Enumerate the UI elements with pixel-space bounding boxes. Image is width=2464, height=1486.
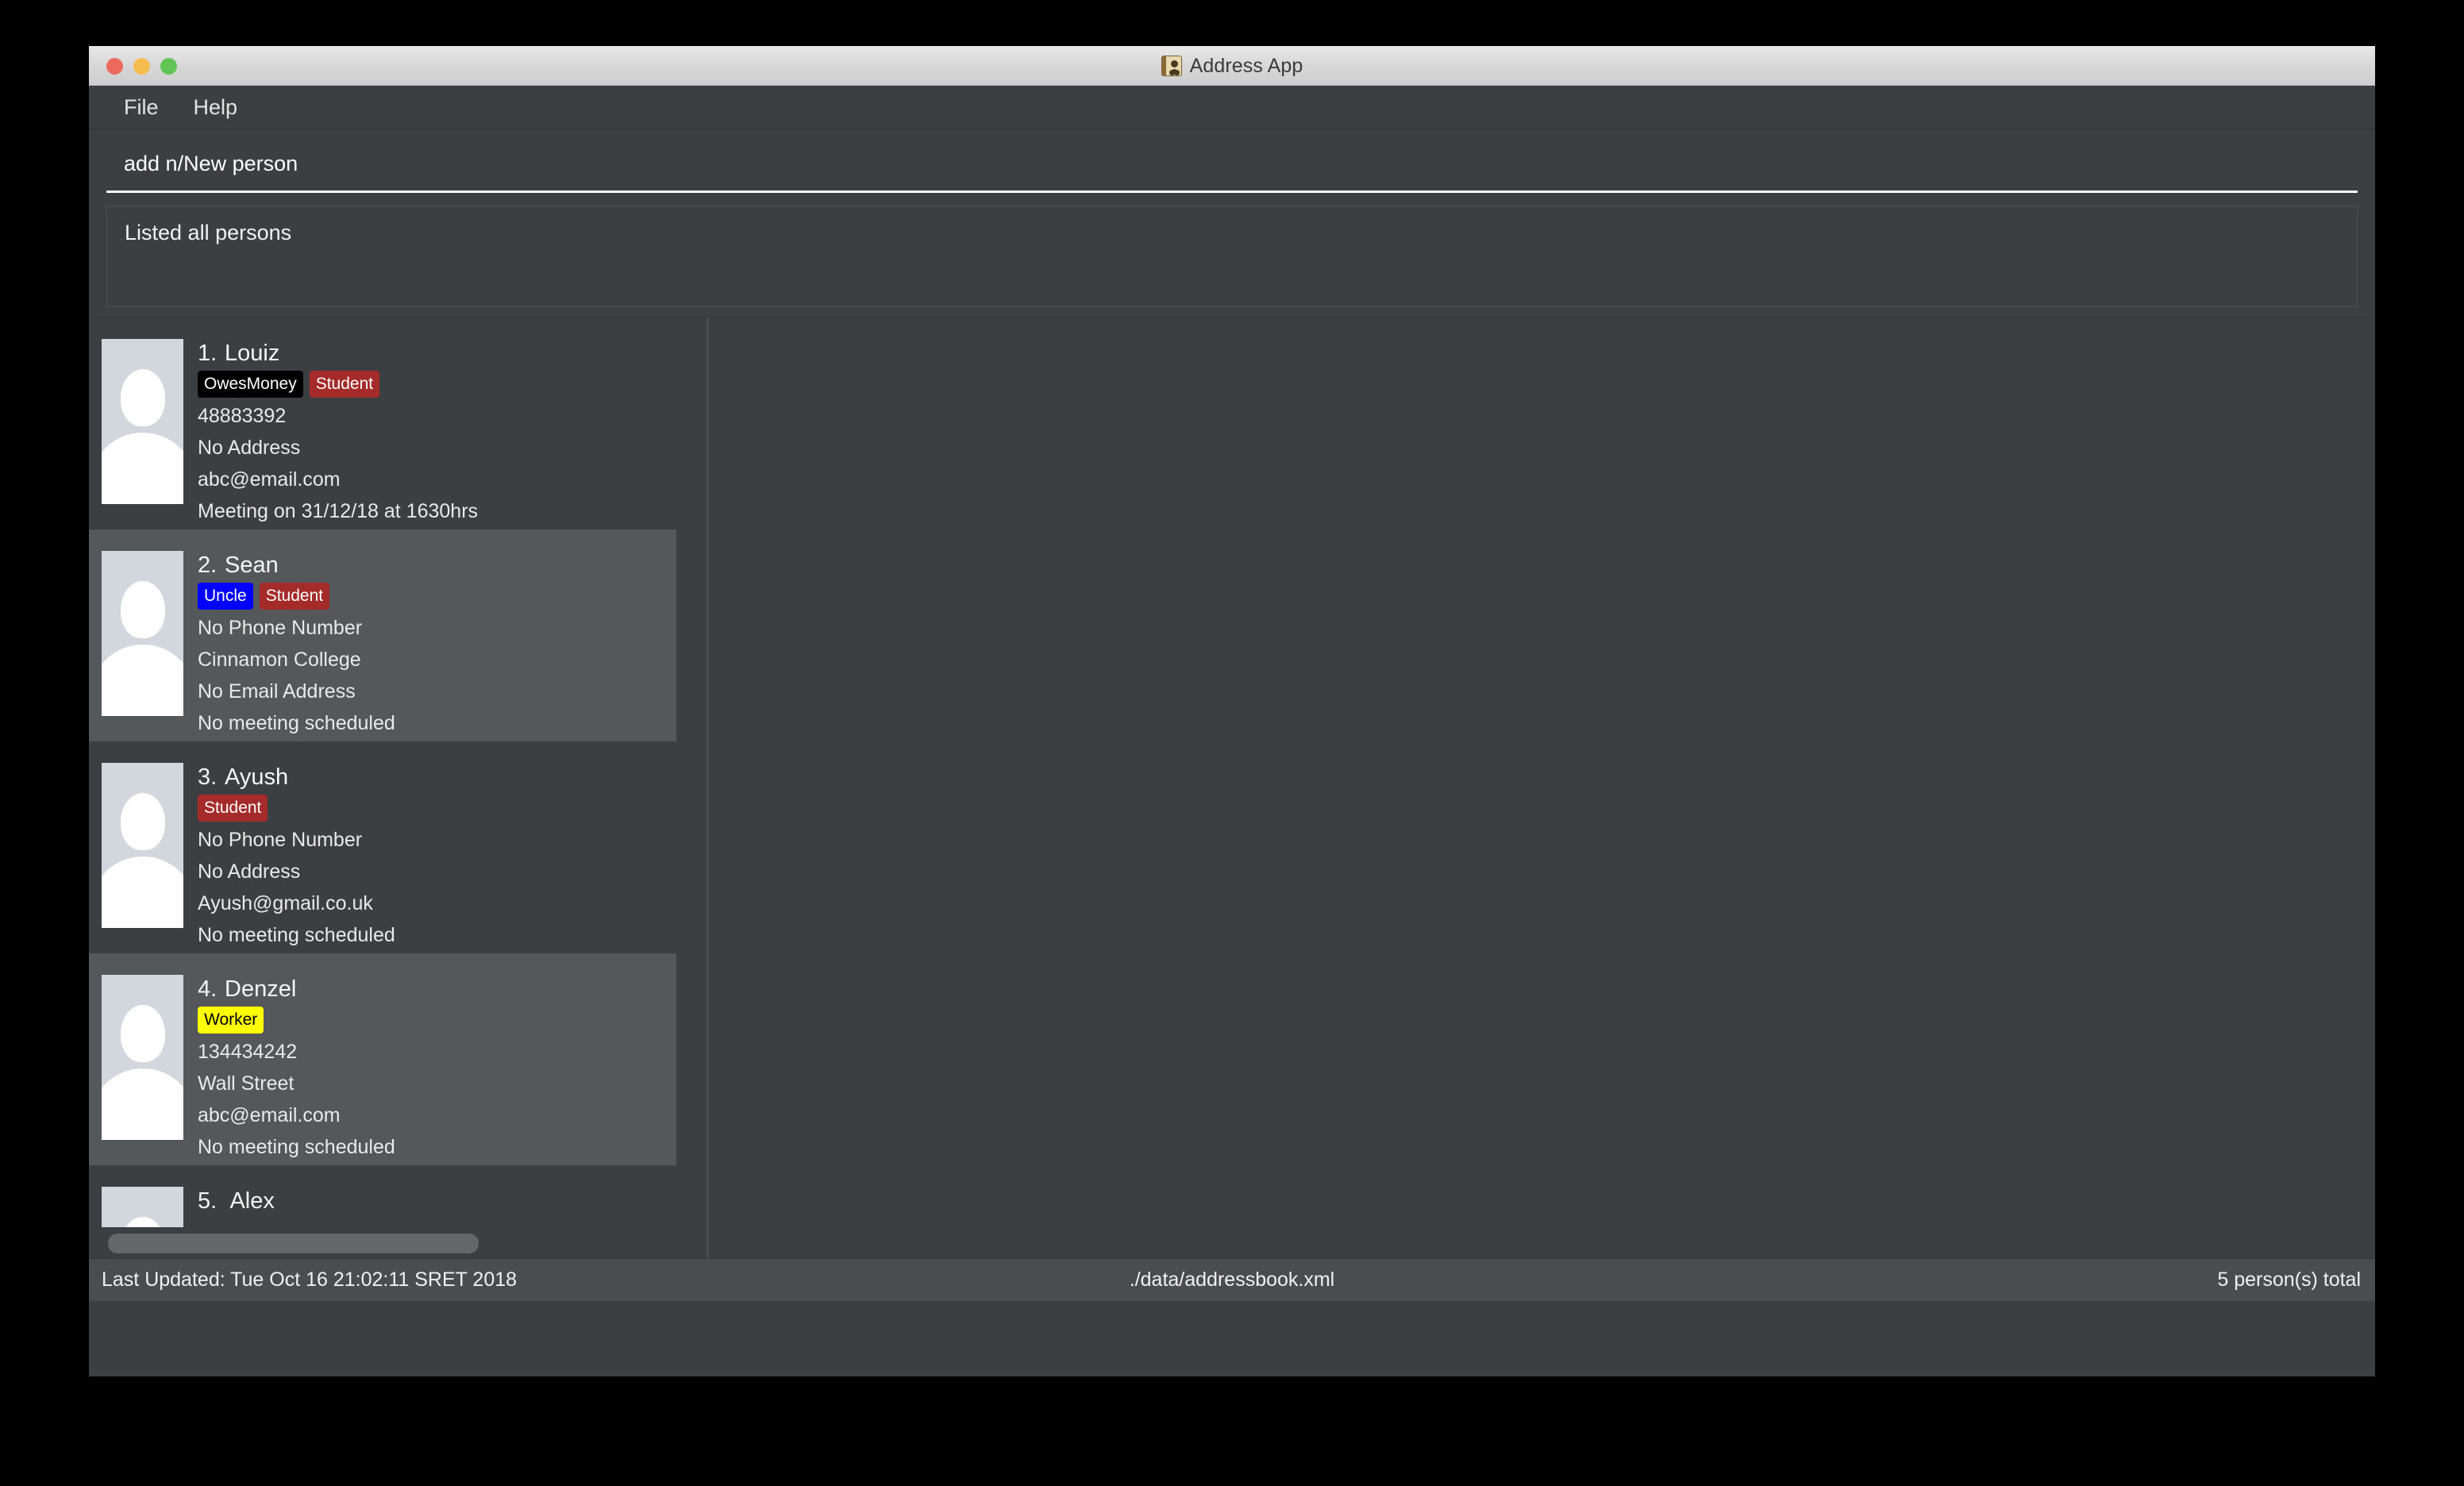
close-window-button[interactable] xyxy=(106,57,123,75)
person-email: No Email Address xyxy=(198,680,356,703)
person-index: 4. xyxy=(198,976,218,1002)
menu-item-file[interactable]: File xyxy=(110,90,173,125)
menu-item-help[interactable]: Help xyxy=(179,90,252,125)
person-address: No Address xyxy=(198,860,301,883)
tag-row: OwesMoney Student xyxy=(198,370,478,398)
person-info: 3. Ayush Student No Phone Number No Address A… xyxy=(198,759,395,951)
person-name: 2. Sean xyxy=(198,549,395,581)
person-email: abc@email.com xyxy=(198,1104,341,1126)
person-name-text: Sean xyxy=(225,552,279,578)
person-address: No Address xyxy=(198,437,301,459)
status-person-total: 5 person(s) total xyxy=(2217,1268,2361,1291)
result-text: Listed all persons xyxy=(125,221,292,244)
person-name-text: Ayush xyxy=(225,764,289,790)
person-email: abc@email.com xyxy=(198,468,341,491)
person-index: 3. xyxy=(198,764,218,790)
tag-badge: Worker xyxy=(198,1006,264,1034)
person-info: 5. Alex xyxy=(198,1183,275,1219)
tag-badge: Student xyxy=(259,582,330,610)
person-name: 3. Ayush xyxy=(198,761,395,793)
person-name-text: Denzel xyxy=(225,976,297,1002)
person-phone: 134434242 xyxy=(198,1041,298,1063)
person-list-panel: 1. Louiz OwesMoney Student 48883392 No Addres… xyxy=(89,318,706,1258)
list-item[interactable]: 2. Sean Uncle Student No Phone Number Cinnamo… xyxy=(89,529,676,741)
person-email: Ayush@gmail.co.uk xyxy=(198,892,373,914)
address-book-icon xyxy=(1161,56,1182,76)
list-item[interactable]: 1. Louiz OwesMoney Student 48883392 No Addres… xyxy=(89,318,676,529)
person-info: 2. Sean Uncle Student No Phone Number Cinnamo… xyxy=(198,547,395,739)
tag-badge: Student xyxy=(309,370,380,398)
list-item[interactable]: 3. Ayush Student No Phone Number No Address A… xyxy=(89,741,676,953)
tag-badge: OwesMoney xyxy=(198,370,303,398)
person-meeting: No meeting scheduled xyxy=(198,712,395,734)
person-meeting: No meeting scheduled xyxy=(198,924,395,946)
avatar xyxy=(102,339,183,504)
result-display-box: Listed all persons xyxy=(106,206,2358,307)
list-item[interactable]: 5. Alex xyxy=(89,1165,676,1227)
avatar xyxy=(102,763,183,928)
maximize-window-button[interactable] xyxy=(160,57,177,75)
tag-badge: Uncle xyxy=(198,582,253,610)
person-address: Wall Street xyxy=(198,1072,295,1095)
status-file-path: ./data/addressbook.xml xyxy=(1129,1268,1335,1291)
status-bar: Last Updated: Tue Oct 16 21:02:11 SRET 2… xyxy=(89,1258,2375,1301)
app-window: Address App File Help Listed all persons… xyxy=(89,46,2375,1376)
split-pane: 1. Louiz OwesMoney Student 48883392 No Addres… xyxy=(89,317,2375,1258)
tag-row: Student xyxy=(198,794,395,822)
person-name-text: Louiz xyxy=(225,341,280,366)
person-phone: 48883392 xyxy=(198,405,287,427)
status-last-updated: Last Updated: Tue Oct 16 21:02:11 SRET 2… xyxy=(102,1268,518,1291)
title-bar: Address App xyxy=(89,46,2375,86)
minimize-window-button[interactable] xyxy=(133,57,150,75)
horizontal-scrollbar-thumb[interactable] xyxy=(108,1234,479,1253)
person-list-horizontal-scrollbar[interactable] xyxy=(89,1227,706,1258)
person-index: 1. xyxy=(198,341,218,366)
person-list[interactable]: 1. Louiz OwesMoney Student 48883392 No Addres… xyxy=(89,318,676,1227)
avatar xyxy=(102,551,183,716)
person-info: 4. Denzel Worker 134434242 Wall Street abc@em… xyxy=(198,971,395,1163)
window-title: Address App xyxy=(1189,54,1303,77)
person-name: 1. Louiz xyxy=(198,337,478,369)
person-index: 5. xyxy=(198,1188,218,1214)
tag-badge: Student xyxy=(198,794,268,822)
avatar xyxy=(102,1187,183,1227)
traffic-light-group xyxy=(106,46,177,86)
person-phone: No Phone Number xyxy=(198,617,363,639)
person-info: 1. Louiz OwesMoney Student 48883392 No Addres… xyxy=(198,335,478,527)
result-region: Listed all persons xyxy=(89,196,2375,317)
command-input[interactable] xyxy=(106,144,2358,193)
person-index: 2. xyxy=(198,552,218,578)
menu-bar: File Help xyxy=(89,86,2375,129)
list-item[interactable]: 4. Denzel Worker 134434242 Wall Street abc@em… xyxy=(89,953,676,1165)
tag-row: Uncle Student xyxy=(198,582,395,610)
person-meeting: No meeting scheduled xyxy=(198,1136,395,1158)
person-name: 5. Alex xyxy=(198,1185,275,1217)
window-title-group: Address App xyxy=(89,46,2375,86)
person-meeting: Meeting on 31/12/18 at 1630hrs xyxy=(198,500,479,522)
person-phone: No Phone Number xyxy=(198,829,363,851)
avatar xyxy=(102,975,183,1140)
person-address: Cinnamon College xyxy=(198,649,361,671)
person-name-text: Alex xyxy=(229,1188,275,1214)
command-region xyxy=(89,129,2375,196)
tag-row: Worker xyxy=(198,1006,395,1034)
browser-panel xyxy=(709,318,2375,1258)
person-name: 4. Denzel xyxy=(198,973,395,1005)
